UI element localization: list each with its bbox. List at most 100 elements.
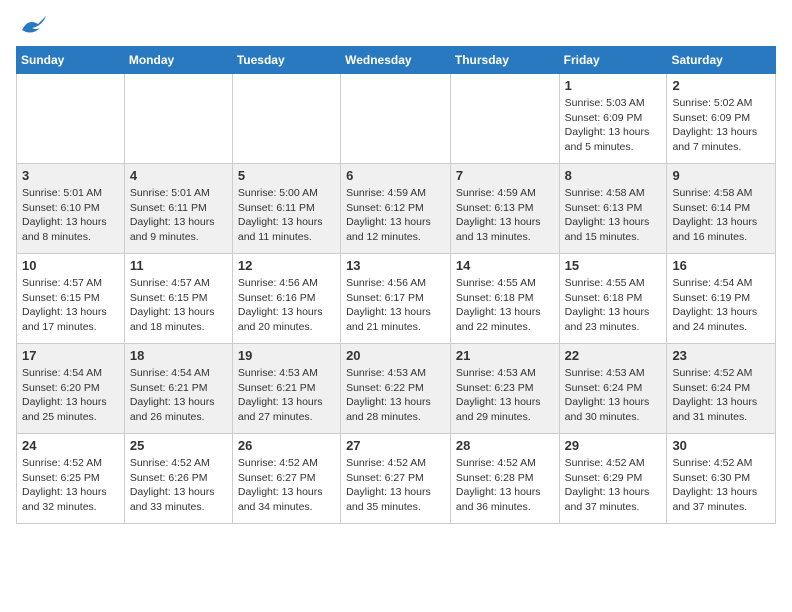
calendar-cell: 12 Sunrise: 4:56 AM Sunset: 6:16 PM Dayli… xyxy=(232,254,340,344)
calendar-cell: 11 Sunrise: 4:57 AM Sunset: 6:15 PM Dayli… xyxy=(124,254,232,344)
calendar-cell: 26 Sunrise: 4:52 AM Sunset: 6:27 PM Dayli… xyxy=(232,434,340,524)
calendar-cell: 14 Sunrise: 4:55 AM Sunset: 6:18 PM Dayli… xyxy=(450,254,559,344)
calendar-cell: 4Sunrise: 5:01 AM Sunset: 6:11 PM Daylig… xyxy=(124,164,232,254)
calendar-cell xyxy=(232,74,340,164)
day-number: 27 xyxy=(346,438,445,453)
day-info: Sunrise: 4:52 AM Sunset: 6:27 PM Dayligh… xyxy=(238,456,335,515)
day-number: 5 xyxy=(238,168,335,183)
day-number: 9 xyxy=(672,168,770,183)
day-number: 14 xyxy=(456,258,554,273)
day-number: 26 xyxy=(238,438,335,453)
day-number: 17 xyxy=(22,348,119,363)
day-info: Sunrise: 4:53 AM Sunset: 6:24 PM Dayligh… xyxy=(565,366,662,425)
calendar-cell xyxy=(341,74,451,164)
calendar-cell: 30 Sunrise: 4:52 AM Sunset: 6:30 PM Dayli… xyxy=(667,434,776,524)
calendar-week-row: 10 Sunrise: 4:57 AM Sunset: 6:15 PM Dayli… xyxy=(17,254,776,344)
day-info: Sunrise: 4:54 AM Sunset: 6:21 PM Dayligh… xyxy=(130,366,227,425)
calendar-cell: 8 Sunrise: 4:58 AM Sunset: 6:13 PM Daylig… xyxy=(559,164,667,254)
calendar-cell: 9 Sunrise: 4:58 AM Sunset: 6:14 PM Daylig… xyxy=(667,164,776,254)
day-number: 3 xyxy=(22,168,119,183)
weekday-header: Tuesday xyxy=(232,47,340,74)
day-info: Sunrise: 5:02 AM Sunset: 6:09 PM Dayligh… xyxy=(672,96,770,155)
day-info: Sunrise: 4:57 AM Sunset: 6:15 PM Dayligh… xyxy=(130,276,227,335)
calendar-cell: 27 Sunrise: 4:52 AM Sunset: 6:27 PM Dayli… xyxy=(341,434,451,524)
day-info: Sunrise: 4:55 AM Sunset: 6:18 PM Dayligh… xyxy=(565,276,662,335)
calendar-cell: 5 Sunrise: 5:00 AM Sunset: 6:11 PM Daylig… xyxy=(232,164,340,254)
calendar-cell: 2 Sunrise: 5:02 AM Sunset: 6:09 PM Daylig… xyxy=(667,74,776,164)
weekday-header: Wednesday xyxy=(341,47,451,74)
weekday-header: Friday xyxy=(559,47,667,74)
day-info: Sunrise: 4:54 AM Sunset: 6:20 PM Dayligh… xyxy=(22,366,119,425)
page-header xyxy=(16,16,776,34)
calendar-cell: 16 Sunrise: 4:54 AM Sunset: 6:19 PM Dayli… xyxy=(667,254,776,344)
calendar-cell: 3 Sunrise: 5:01 AM Sunset: 6:10 PM Daylig… xyxy=(17,164,125,254)
day-number: 20 xyxy=(346,348,445,363)
calendar-cell xyxy=(450,74,559,164)
calendar-cell xyxy=(17,74,125,164)
calendar-cell: 20 Sunrise: 4:53 AM Sunset: 6:22 PM Dayli… xyxy=(341,344,451,434)
day-number: 2 xyxy=(672,78,770,93)
day-number: 22 xyxy=(565,348,662,363)
day-number: 25 xyxy=(130,438,227,453)
calendar-table: SundayMondayTuesdayWednesdayThursdayFrid… xyxy=(16,46,776,524)
day-number: 24 xyxy=(22,438,119,453)
calendar-cell: 10Sunrise: 4:57 AM Sunset: 6:15 PM Dayli… xyxy=(17,254,125,344)
calendar-cell: 21 Sunrise: 4:53 AM Sunset: 6:23 PM Dayli… xyxy=(450,344,559,434)
day-info: Sunrise: 4:52 AM Sunset: 6:27 PM Dayligh… xyxy=(346,456,445,515)
calendar-week-row: 24 Sunrise: 4:52 AM Sunset: 6:25 PM Dayli… xyxy=(17,434,776,524)
day-number: 29 xyxy=(565,438,662,453)
day-info: Sunrise: 4:58 AM Sunset: 6:13 PM Dayligh… xyxy=(565,186,662,245)
day-info: Sunrise: 4:56 AM Sunset: 6:17 PM Dayligh… xyxy=(346,276,445,335)
day-info: Sunrise: 4:59 AM Sunset: 6:13 PM Dayligh… xyxy=(456,186,554,245)
day-info: Sunrise: 4:56 AM Sunset: 6:16 PM Dayligh… xyxy=(238,276,335,335)
calendar-cell: 7 Sunrise: 4:59 AM Sunset: 6:13 PM Daylig… xyxy=(450,164,559,254)
day-info: Sunrise: 4:52 AM Sunset: 6:30 PM Dayligh… xyxy=(672,456,770,515)
calendar-cell: 25 Sunrise: 4:52 AM Sunset: 6:26 PM Dayli… xyxy=(124,434,232,524)
calendar-cell: 29Sunrise: 4:52 AM Sunset: 6:29 PM Dayli… xyxy=(559,434,667,524)
day-info: Sunrise: 4:53 AM Sunset: 6:22 PM Dayligh… xyxy=(346,366,445,425)
day-info: Sunrise: 5:00 AM Sunset: 6:11 PM Dayligh… xyxy=(238,186,335,245)
day-number: 4 xyxy=(130,168,227,183)
calendar-cell: 15 Sunrise: 4:55 AM Sunset: 6:18 PM Dayli… xyxy=(559,254,667,344)
day-number: 16 xyxy=(672,258,770,273)
day-number: 15 xyxy=(565,258,662,273)
day-number: 12 xyxy=(238,258,335,273)
day-info: Sunrise: 5:03 AM Sunset: 6:09 PM Dayligh… xyxy=(565,96,662,155)
weekday-header: Monday xyxy=(124,47,232,74)
day-number: 18 xyxy=(130,348,227,363)
calendar-cell xyxy=(124,74,232,164)
day-number: 11 xyxy=(130,258,227,273)
day-number: 10 xyxy=(22,258,119,273)
day-info: Sunrise: 5:01 AM Sunset: 6:10 PM Dayligh… xyxy=(22,186,119,245)
day-info: Sunrise: 4:52 AM Sunset: 6:25 PM Dayligh… xyxy=(22,456,119,515)
day-number: 6 xyxy=(346,168,445,183)
day-info: Sunrise: 4:59 AM Sunset: 6:12 PM Dayligh… xyxy=(346,186,445,245)
weekday-header: Thursday xyxy=(450,47,559,74)
day-number: 19 xyxy=(238,348,335,363)
day-info: Sunrise: 4:55 AM Sunset: 6:18 PM Dayligh… xyxy=(456,276,554,335)
day-info: Sunrise: 4:52 AM Sunset: 6:26 PM Dayligh… xyxy=(130,456,227,515)
day-number: 8 xyxy=(565,168,662,183)
calendar-cell: 17 Sunrise: 4:54 AM Sunset: 6:20 PM Dayli… xyxy=(17,344,125,434)
calendar-week-row: 17 Sunrise: 4:54 AM Sunset: 6:20 PM Dayli… xyxy=(17,344,776,434)
day-number: 21 xyxy=(456,348,554,363)
calendar-cell: 28Sunrise: 4:52 AM Sunset: 6:28 PM Dayli… xyxy=(450,434,559,524)
calendar-cell: 18 Sunrise: 4:54 AM Sunset: 6:21 PM Dayli… xyxy=(124,344,232,434)
calendar-cell: 22 Sunrise: 4:53 AM Sunset: 6:24 PM Dayli… xyxy=(559,344,667,434)
calendar-cell: 24 Sunrise: 4:52 AM Sunset: 6:25 PM Dayli… xyxy=(17,434,125,524)
day-number: 23 xyxy=(672,348,770,363)
day-number: 28 xyxy=(456,438,554,453)
logo xyxy=(16,16,46,34)
day-number: 13 xyxy=(346,258,445,273)
day-info: Sunrise: 4:58 AM Sunset: 6:14 PM Dayligh… xyxy=(672,186,770,245)
day-info: Sunrise: 4:54 AM Sunset: 6:19 PM Dayligh… xyxy=(672,276,770,335)
day-info: Sunrise: 4:53 AM Sunset: 6:21 PM Dayligh… xyxy=(238,366,335,425)
calendar-cell: 1 Sunrise: 5:03 AM Sunset: 6:09 PM Daylig… xyxy=(559,74,667,164)
calendar-cell: 6 Sunrise: 4:59 AM Sunset: 6:12 PM Daylig… xyxy=(341,164,451,254)
calendar-week-row: 1 Sunrise: 5:03 AM Sunset: 6:09 PM Daylig… xyxy=(17,74,776,164)
day-number: 1 xyxy=(565,78,662,93)
weekday-header: Saturday xyxy=(667,47,776,74)
day-number: 30 xyxy=(672,438,770,453)
day-number: 7 xyxy=(456,168,554,183)
day-info: Sunrise: 4:53 AM Sunset: 6:23 PM Dayligh… xyxy=(456,366,554,425)
